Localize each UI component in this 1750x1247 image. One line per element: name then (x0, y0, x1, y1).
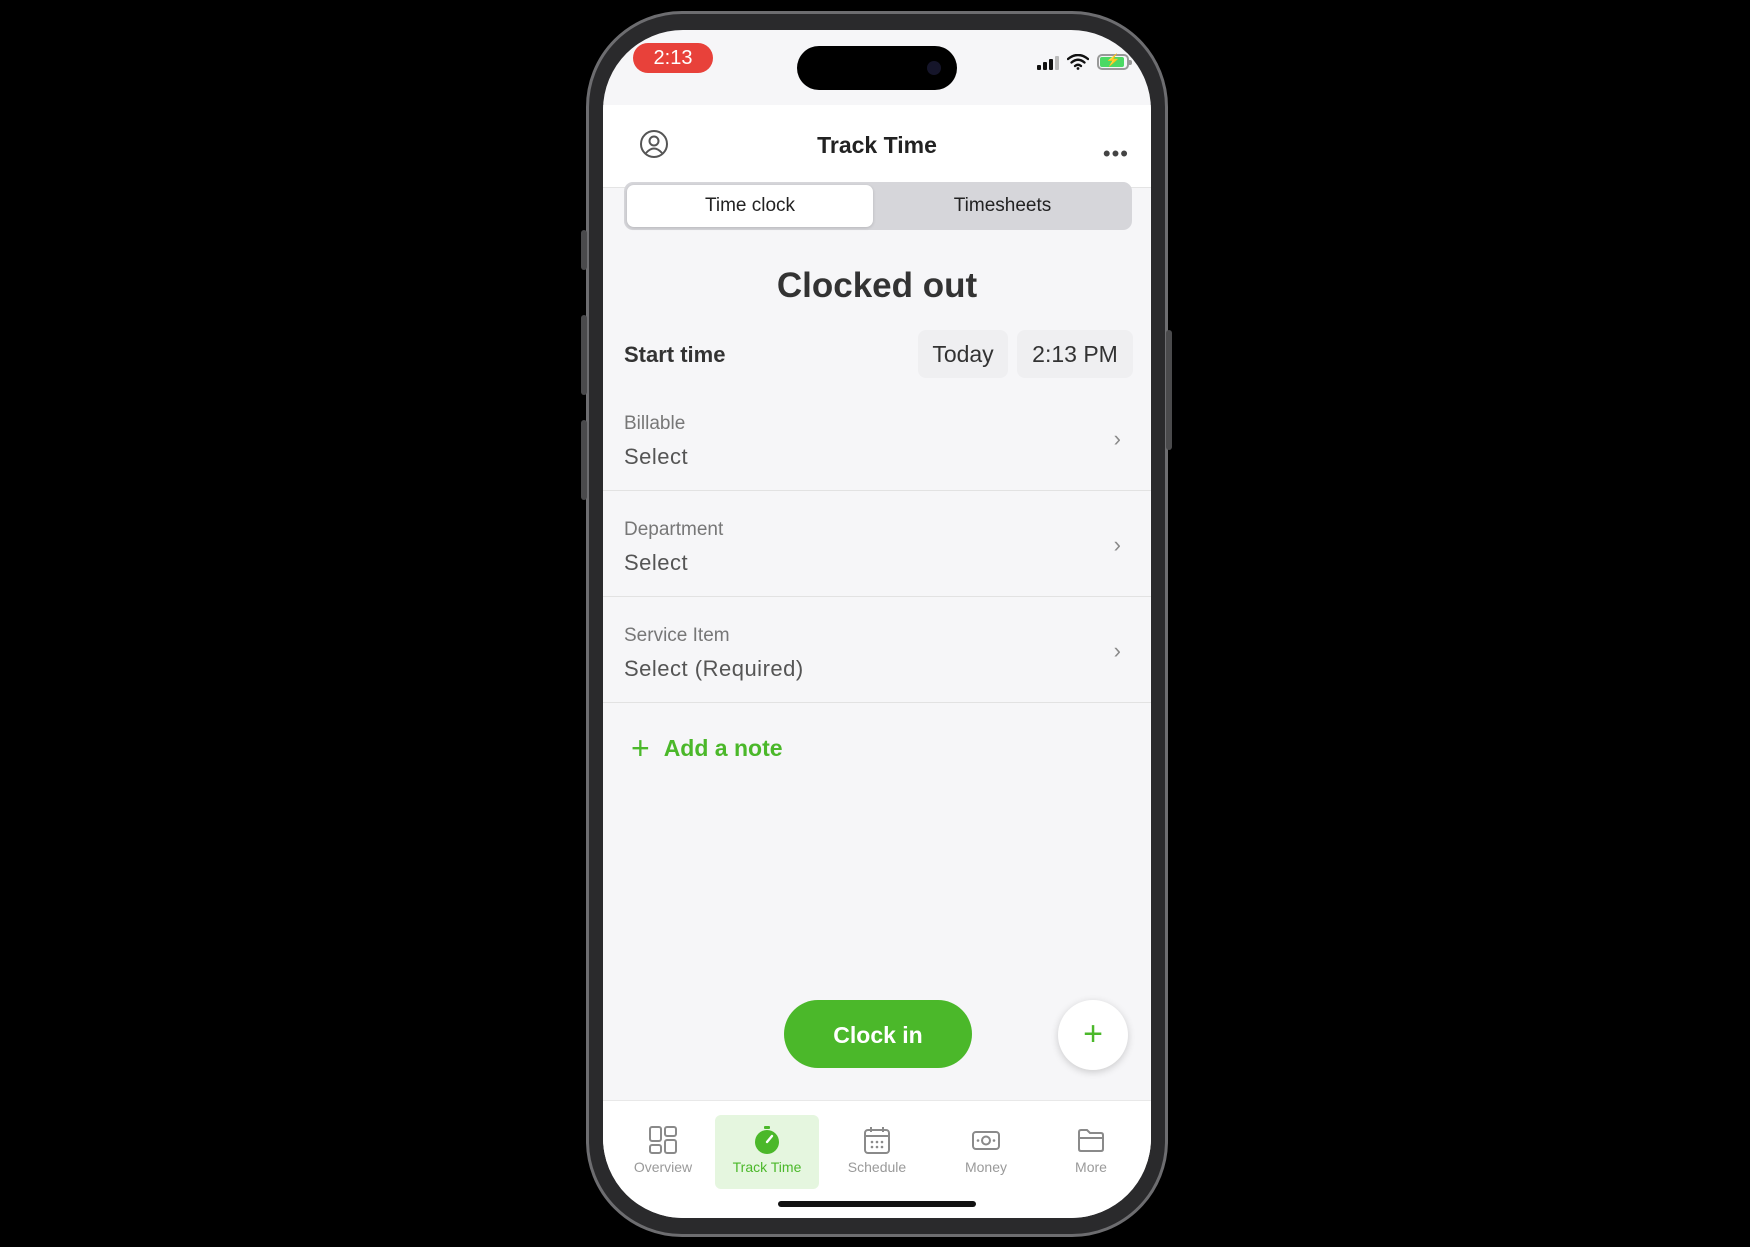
page-title: Track Time (817, 132, 937, 158)
battery-icon: ⚡ (1097, 53, 1132, 70)
add-entry-button[interactable]: + (1058, 1000, 1128, 1070)
signal-icon (1037, 54, 1059, 70)
tab-more[interactable]: More (1039, 1115, 1143, 1189)
chevron-right-icon: › (1113, 426, 1121, 451)
clock-in-button[interactable]: Clock in (784, 1000, 972, 1068)
start-time-picker[interactable]: 2:13 PM (1017, 330, 1133, 378)
tab-label: Track Time (732, 1159, 802, 1175)
bottom-tab-bar: Overview Track Time Schedule Money More (603, 1100, 1151, 1218)
clock-status: Clocked out (776, 266, 978, 305)
tab-timesheets[interactable]: Timesheets (876, 185, 1129, 227)
volume-down-button (581, 420, 587, 500)
status-icons: ⚡ (1037, 52, 1132, 72)
add-note-label: Add a note (663, 734, 783, 761)
billable-value: Select (624, 444, 689, 469)
status-time: 2:13 (633, 43, 713, 73)
wifi-icon (1067, 54, 1089, 70)
department-row[interactable]: Department Select › (603, 492, 1151, 597)
tab-label: Schedule (847, 1159, 907, 1175)
folder-icon (1078, 1129, 1104, 1152)
tab-label: Overview (633, 1159, 693, 1175)
service-item-label: Service Item (624, 625, 730, 646)
navigation-bar: Track Time ••• (603, 105, 1151, 188)
view-segmented-control: Time clock Timesheets (624, 182, 1132, 230)
phone-screen: 2:13 ⚡ Track Time ••• Time clock Timeshe… (603, 30, 1151, 1218)
start-date-picker[interactable]: Today (918, 330, 1008, 378)
home-indicator[interactable] (778, 1201, 976, 1207)
action-button (581, 230, 587, 270)
camera-lens (927, 61, 941, 75)
grid-icon (649, 1126, 677, 1154)
tab-label: More (1075, 1159, 1107, 1175)
stopwatch-icon (755, 1126, 779, 1154)
billable-label: Billable (624, 413, 686, 434)
department-label: Department (624, 519, 724, 540)
tab-label: Money (964, 1159, 1008, 1175)
add-note-button[interactable]: + Add a note (631, 732, 783, 764)
calendar-icon (864, 1127, 890, 1154)
tab-track-time[interactable]: Track Time (715, 1115, 819, 1189)
chevron-right-icon: › (1113, 532, 1121, 557)
service-item-value: Select (Required) (624, 656, 804, 681)
billable-row[interactable]: Billable Select › (603, 386, 1151, 491)
power-button (1166, 330, 1172, 450)
department-value: Select (624, 550, 689, 575)
service-item-row[interactable]: Service Item Select (Required) › (603, 598, 1151, 703)
plus-icon: + (631, 730, 650, 766)
more-options-icon[interactable]: ••• (1103, 141, 1129, 167)
tab-schedule[interactable]: Schedule (825, 1115, 929, 1189)
tab-money[interactable]: Money (934, 1115, 1038, 1189)
tab-time-clock[interactable]: Time clock (627, 185, 873, 227)
start-time-label: Start time (624, 342, 726, 367)
dynamic-island (797, 46, 957, 90)
tab-overview[interactable]: Overview (611, 1115, 715, 1189)
money-icon (972, 1131, 1000, 1150)
volume-up-button (581, 315, 587, 395)
chevron-right-icon: › (1113, 638, 1121, 663)
